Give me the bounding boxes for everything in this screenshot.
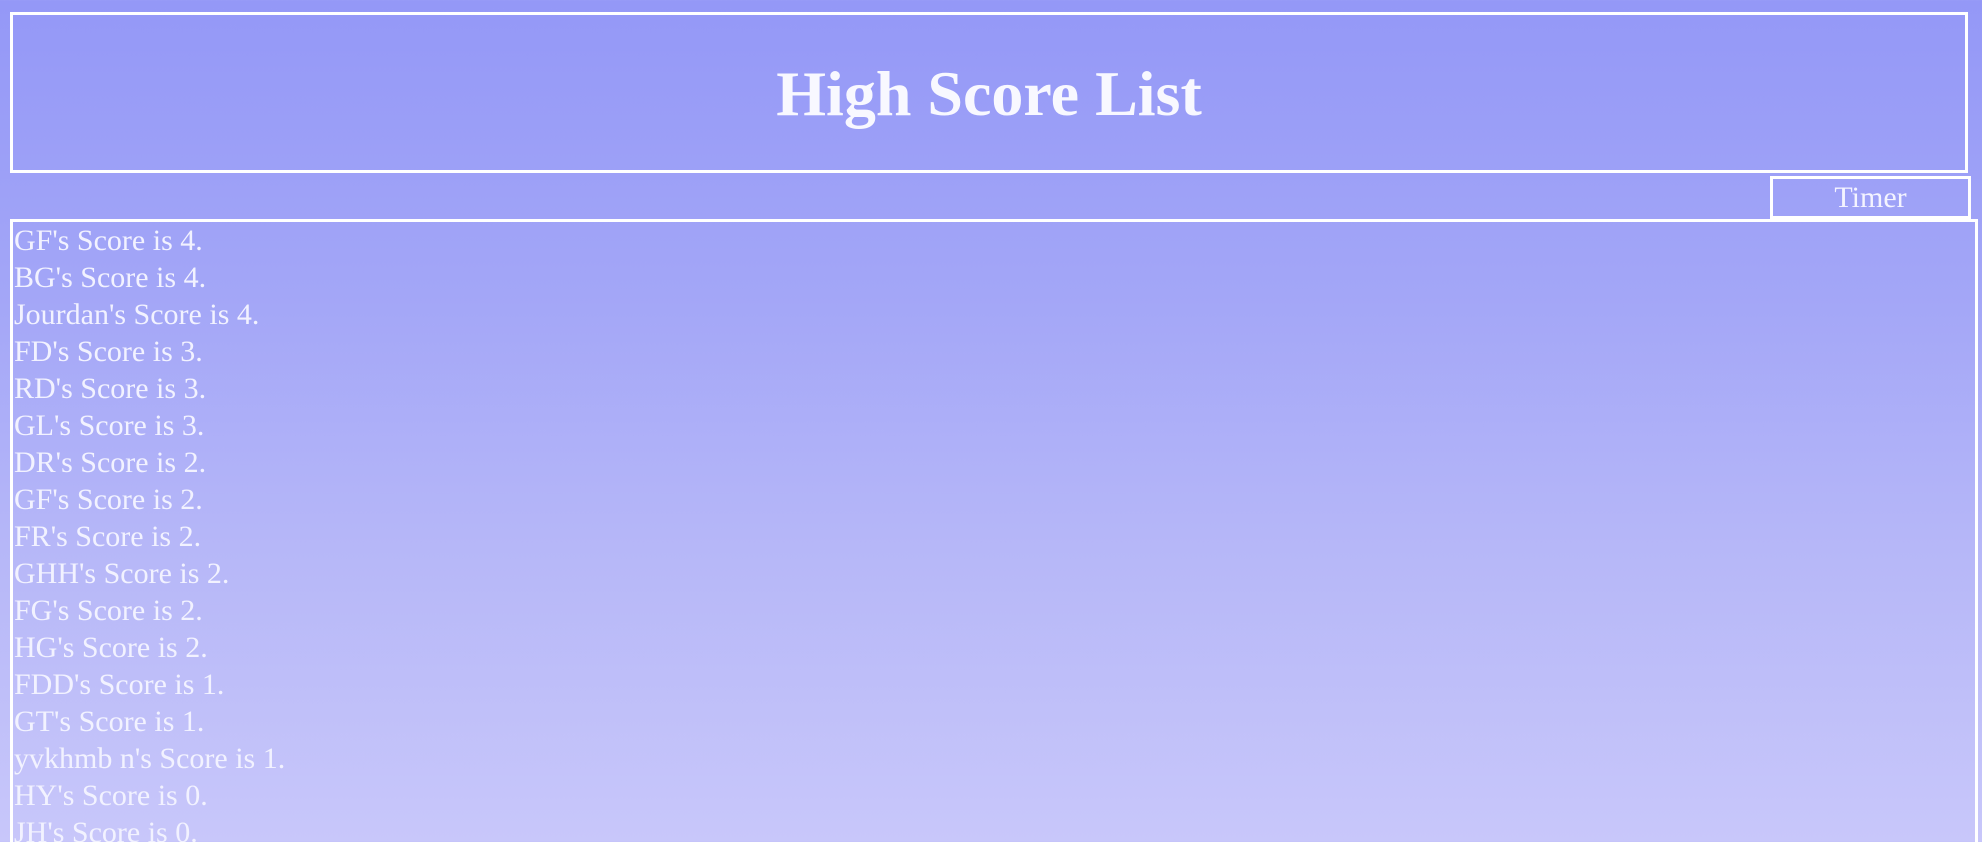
score-item: yvkhmb n's Score is 1. xyxy=(14,742,286,775)
score-item: JH's Score is 0. xyxy=(14,816,198,842)
score-item: Jourdan's Score is 4. xyxy=(14,298,260,331)
score-item: FG's Score is 2. xyxy=(14,594,203,627)
score-item: GF's Score is 4. xyxy=(14,224,203,257)
header-panel: High Score List xyxy=(10,12,1968,173)
score-item: FD's Score is 3. xyxy=(14,335,203,368)
score-item: RD's Score is 3. xyxy=(14,372,207,405)
score-item: GL's Score is 3. xyxy=(14,409,205,442)
score-item: DR's Score is 2. xyxy=(14,446,207,479)
score-item: FR's Score is 2. xyxy=(14,520,202,553)
score-item: GF's Score is 2. xyxy=(14,483,203,516)
score-item: FDD's Score is 1. xyxy=(14,668,225,701)
score-list: GF's Score is 4. BG's Score is 4. Jourda… xyxy=(10,219,1978,842)
score-item: HY's Score is 0. xyxy=(14,779,208,812)
page-title: High Score List xyxy=(776,57,1202,129)
score-item: GT's Score is 1. xyxy=(14,705,205,738)
score-item: BG's Score is 4. xyxy=(14,261,207,294)
score-item: HG's Score is 2. xyxy=(14,631,208,664)
timer-label: Timer xyxy=(1770,176,1971,219)
score-item: GHH's Score is 2. xyxy=(14,557,230,590)
